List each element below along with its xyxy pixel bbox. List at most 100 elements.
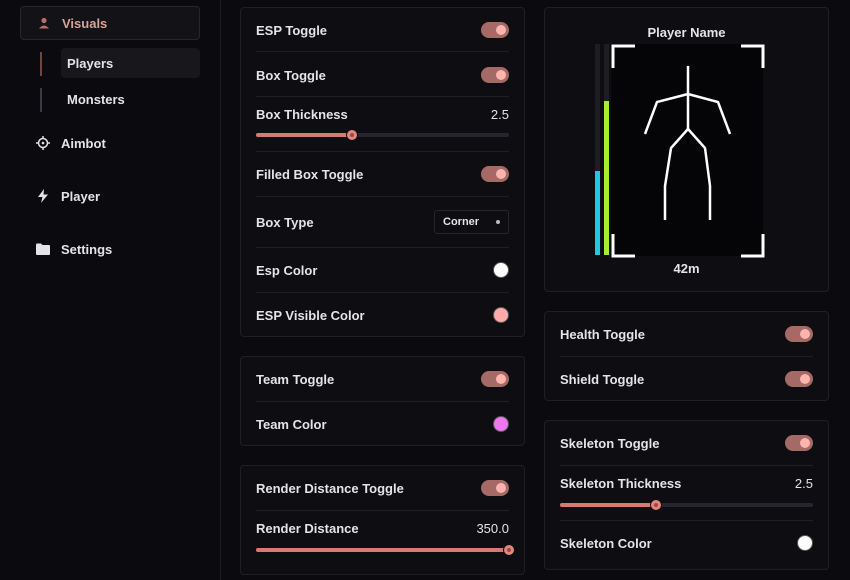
box-toggle-label: Box Toggle [256, 67, 326, 83]
skeleton-lines [643, 66, 732, 220]
toggle-knob [496, 70, 506, 80]
shield-bar-fill [604, 100, 609, 255]
nav-visuals-label: Visuals [62, 15, 108, 31]
esp-preview-card: Player Name 42m [544, 7, 829, 292]
skeleton-toggle-row: Skeleton Toggle [560, 433, 813, 453]
skeleton-color-row: Skeleton Color [560, 533, 813, 553]
dropdown-dot-icon [496, 220, 500, 224]
esp-card: ESP Toggle Box Toggle Box Thickness 2.5 … [240, 7, 525, 337]
health-toggle[interactable] [785, 326, 813, 342]
team-color-label: Team Color [256, 416, 327, 432]
divider [256, 401, 509, 402]
monsters-indicator [40, 88, 42, 112]
slider-fill [560, 503, 657, 507]
esp-color-swatch[interactable] [493, 262, 509, 278]
box-toggle-row: Box Toggle [256, 65, 509, 85]
render-distance-card: Render Distance Toggle Render Distance 3… [240, 465, 525, 575]
esp-visible-color-label: ESP Visible Color [256, 307, 365, 323]
box-type-value: Corner [443, 216, 480, 228]
health-card: Health Toggle Shield Toggle [544, 311, 829, 401]
sidebar: Visuals Players Monsters Aimbot Player S… [0, 0, 221, 580]
divider [256, 96, 509, 97]
toggle-knob [800, 374, 810, 384]
esp-visible-color-swatch[interactable] [493, 307, 509, 323]
esp-toggle-row: ESP Toggle [256, 20, 509, 40]
team-card: Team Toggle Team Color [240, 356, 525, 446]
lightning-icon [36, 189, 50, 203]
divider [560, 520, 813, 521]
render-distance-toggle-label: Render Distance Toggle [256, 480, 404, 496]
toggle-knob [800, 438, 810, 448]
skeleton-color-swatch[interactable] [797, 535, 813, 551]
box-type-label: Box Type [256, 214, 314, 230]
toggle-knob [496, 169, 506, 179]
skeleton-card: Skeleton Toggle Skeleton Thickness 2.5 S… [544, 420, 829, 570]
shield-toggle-row: Shield Toggle [560, 369, 813, 389]
team-color-row: Team Color [256, 414, 509, 434]
esp-color-row: Esp Color [256, 260, 509, 280]
slider-thumb[interactable] [347, 130, 358, 140]
toggle-knob [496, 25, 506, 35]
esp-toggle[interactable] [481, 22, 509, 38]
filled-box-toggle-label: Filled Box Toggle [256, 166, 364, 182]
player-skeleton-preview [611, 44, 765, 258]
nav-visuals[interactable]: Visuals [20, 6, 200, 40]
render-distance-value: 350.0 [476, 520, 509, 536]
esp-color-label: Esp Color [256, 262, 318, 278]
esp-visible-color-row: ESP Visible Color [256, 305, 509, 325]
team-toggle-row: Team Toggle [256, 369, 509, 389]
health-bar-fill [595, 170, 600, 255]
folder-icon [36, 242, 50, 256]
skeleton-thickness-row: Skeleton Thickness 2.5 [560, 474, 813, 492]
team-color-swatch[interactable] [493, 416, 509, 432]
toggle-knob [800, 329, 810, 339]
slider-fill [256, 548, 509, 552]
divider [256, 196, 509, 197]
slider-thumb[interactable] [504, 545, 514, 555]
team-toggle[interactable] [481, 371, 509, 387]
nav-aimbot[interactable]: Aimbot [20, 126, 200, 160]
skeleton-thickness-label: Skeleton Thickness [560, 475, 682, 491]
slider-thumb[interactable] [651, 500, 662, 510]
filled-box-row: Filled Box Toggle [256, 164, 509, 184]
crosshair-icon [36, 136, 50, 150]
shield-toggle[interactable] [785, 371, 813, 387]
render-distance-toggle-row: Render Distance Toggle [256, 478, 509, 498]
skeleton-thickness-slider[interactable] [560, 500, 813, 510]
health-toggle-label: Health Toggle [560, 326, 645, 342]
nav-monsters[interactable]: Monsters [61, 84, 200, 114]
preview-distance: 42m [673, 261, 700, 276]
box-thickness-slider[interactable] [256, 130, 509, 140]
slider-fill [256, 133, 353, 137]
divider [560, 356, 813, 357]
esp-toggle-label: ESP Toggle [256, 22, 328, 38]
divider [256, 510, 509, 511]
box-thickness-row: Box Thickness 2.5 [256, 105, 509, 123]
players-indicator [40, 52, 42, 76]
health-toggle-row: Health Toggle [560, 324, 813, 344]
box-type-select[interactable]: Corner [434, 210, 509, 234]
render-distance-slider[interactable] [256, 545, 514, 555]
skeleton-toggle[interactable] [785, 435, 813, 451]
filled-box-toggle[interactable] [481, 166, 509, 182]
user-icon [37, 16, 51, 30]
health-bar [595, 44, 600, 255]
box-thickness-value: 2.5 [490, 106, 509, 122]
toggle-knob [496, 374, 506, 384]
shield-toggle-label: Shield Toggle [560, 371, 645, 387]
box-type-row: Box Type Corner [256, 210, 509, 234]
box-toggle[interactable] [481, 67, 509, 83]
divider [256, 247, 509, 248]
divider [256, 292, 509, 293]
skeleton-thickness-value: 2.5 [794, 475, 813, 491]
nav-players[interactable]: Players [61, 48, 200, 78]
skeleton-color-label: Skeleton Color [560, 535, 652, 551]
nav-aimbot-label: Aimbot [61, 135, 106, 151]
render-distance-label: Render Distance [256, 520, 359, 536]
nav-settings[interactable]: Settings [20, 232, 200, 266]
render-distance-toggle[interactable] [481, 480, 509, 496]
divider [256, 51, 509, 52]
nav-player[interactable]: Player [20, 179, 200, 213]
nav-settings-label: Settings [61, 241, 113, 257]
divider [560, 465, 813, 466]
